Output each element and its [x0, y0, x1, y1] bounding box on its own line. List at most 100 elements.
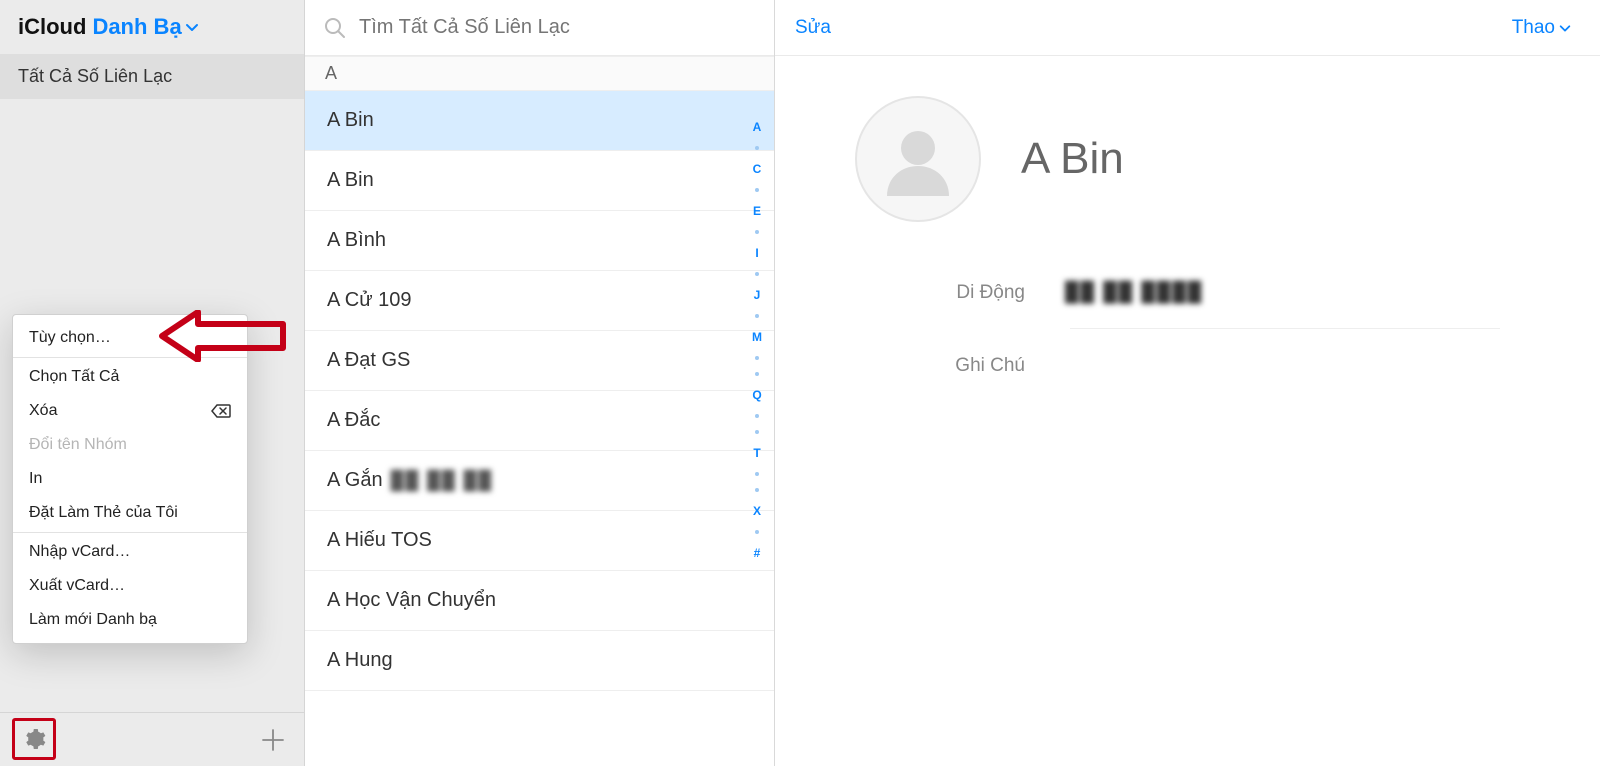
search-bar	[305, 0, 774, 56]
menu-label-print: In	[29, 470, 42, 488]
edit-button[interactable]: Sửa	[795, 17, 831, 39]
index-dot	[755, 414, 759, 418]
list-section-header: A	[305, 56, 774, 91]
contact-row-name: A Bình	[327, 229, 386, 251]
menu-label-preferences: Tùy chọn…	[29, 329, 111, 347]
contact-row[interactable]: A Đạt GS	[305, 331, 774, 391]
index-dot	[755, 188, 759, 192]
contact-row[interactable]: A Đắc	[305, 391, 774, 451]
index-letter[interactable]: I	[755, 246, 758, 260]
search-input[interactable]	[359, 16, 756, 39]
contact-row-name: A Hiếu TOS	[327, 529, 432, 551]
index-letter[interactable]: J	[754, 288, 761, 302]
contact-row-name: A Bin	[327, 169, 374, 191]
index-dot	[755, 146, 759, 150]
actions-label: Thao	[1512, 17, 1555, 39]
contact-row-name: A Cử 109	[327, 289, 412, 311]
menu-label-make-my-card: Đặt Làm Thẻ của Tôi	[29, 504, 178, 522]
contact-row-name: A Hung	[327, 649, 393, 671]
plus-icon	[260, 727, 286, 753]
menu-item-print[interactable]: In	[13, 462, 247, 496]
contact-row[interactable]: A Hiếu TOS	[305, 511, 774, 571]
menu-item-select-all[interactable]: Chọn Tất Cả	[13, 360, 247, 394]
index-dot	[755, 272, 759, 276]
chevron-down-icon	[1558, 21, 1572, 35]
alphabet-index[interactable]: A C E I J M Q T X #	[746, 120, 768, 756]
menu-item-import-vcard[interactable]: Nhập vCard…	[13, 535, 247, 569]
field-label-notes: Ghi Chú	[895, 355, 1025, 377]
settings-button[interactable]	[12, 718, 56, 760]
index-dot	[755, 430, 759, 434]
menu-label-refresh: Làm mới Danh bạ	[29, 611, 157, 629]
section-title-label: Danh Bạ	[92, 14, 181, 40]
index-letter[interactable]: M	[752, 330, 762, 344]
contact-name: A Bin	[1021, 134, 1124, 184]
detail-body: A Bin Di Động ██ ██ ████ Ghi Chú	[775, 56, 1600, 766]
app-title: iCloud	[18, 14, 86, 40]
menu-item-make-my-card[interactable]: Đặt Làm Thẻ của Tôi	[13, 496, 247, 530]
menu-label-import-vcard: Nhập vCard…	[29, 543, 130, 561]
index-dot	[755, 372, 759, 376]
contact-header: A Bin	[855, 96, 1560, 222]
search-icon	[323, 16, 347, 40]
index-letter[interactable]: #	[754, 546, 761, 560]
settings-context-menu: Tùy chọn… Chọn Tất Cả Xóa Đổi tên Nhóm I…	[12, 314, 248, 644]
index-letter[interactable]: Q	[752, 388, 761, 402]
index-dot	[755, 230, 759, 234]
section-dropdown[interactable]: Danh Bạ	[92, 14, 199, 40]
field-value-mobile[interactable]: ██ ██ ████	[1065, 282, 1203, 304]
sidebar-group-all-contacts[interactable]: Tất Cả Số Liên Lạc	[0, 54, 304, 99]
menu-separator	[13, 532, 247, 533]
contact-row[interactable]: A Bin	[305, 151, 774, 211]
contact-list[interactable]: A BinA BinA BìnhA Cử 109A Đạt GSA ĐắcA G…	[305, 91, 774, 766]
contact-row-name: A Gắn	[327, 469, 383, 491]
annotation-arrow	[158, 310, 286, 362]
contact-row[interactable]: A Bin	[305, 91, 774, 151]
chevron-down-icon	[184, 19, 200, 35]
index-dot	[755, 488, 759, 492]
field-mobile: Di Động ██ ██ ████	[895, 282, 1560, 304]
menu-label-select-all: Chọn Tất Cả	[29, 368, 119, 386]
actions-dropdown[interactable]: Thao	[1512, 17, 1572, 39]
contact-row-name: A Bin	[327, 109, 374, 131]
avatar[interactable]	[855, 96, 981, 222]
index-dot	[755, 356, 759, 360]
menu-label-delete: Xóa	[29, 402, 57, 420]
contact-row[interactable]: A Bình	[305, 211, 774, 271]
person-icon	[873, 114, 963, 204]
index-letter[interactable]: T	[753, 446, 760, 460]
menu-item-delete[interactable]: Xóa	[13, 394, 247, 428]
gear-icon	[22, 727, 46, 751]
field-label-mobile: Di Động	[895, 282, 1025, 304]
contact-row[interactable]: A Gắn ██ ██ ██	[305, 451, 774, 511]
menu-label-rename-group: Đổi tên Nhóm	[29, 436, 127, 454]
sidebar-body: Tùy chọn… Chọn Tất Cả Xóa Đổi tên Nhóm I…	[0, 99, 304, 712]
backspace-icon	[211, 404, 231, 418]
menu-item-rename-group: Đổi tên Nhóm	[13, 428, 247, 462]
menu-item-refresh[interactable]: Làm mới Danh bạ	[13, 603, 247, 637]
contact-row-extra: ██ ██ ██	[391, 470, 494, 490]
index-letter[interactable]: E	[753, 204, 761, 218]
field-separator	[1070, 328, 1500, 329]
contact-row-name: A Học Vận Chuyển	[327, 589, 496, 611]
detail-toolbar: Sửa Thao	[775, 0, 1600, 56]
index-dot	[755, 472, 759, 476]
contact-row[interactable]: A Học Vận Chuyển	[305, 571, 774, 631]
contact-row[interactable]: A Hung	[305, 631, 774, 691]
contact-list-column: A A BinA BinA BìnhA Cử 109A Đạt GSA ĐắcA…	[305, 0, 775, 766]
menu-label-export-vcard: Xuất vCard…	[29, 577, 125, 595]
contact-row-name: A Đạt GS	[327, 349, 410, 371]
menu-item-export-vcard[interactable]: Xuất vCard…	[13, 569, 247, 603]
add-button[interactable]	[260, 727, 286, 753]
index-letter[interactable]: X	[753, 504, 761, 518]
index-letter[interactable]: C	[753, 162, 762, 176]
contact-detail-panel: Sửa Thao A Bin Di Động ██ ██ ████	[775, 0, 1600, 766]
sidebar-header: iCloud Danh Bạ	[0, 0, 304, 54]
contact-row[interactable]: A Cử 109	[305, 271, 774, 331]
index-dot	[755, 530, 759, 534]
sidebar-toolbar	[0, 712, 304, 766]
index-letter[interactable]: A	[753, 120, 762, 134]
index-dot	[755, 314, 759, 318]
app-root: iCloud Danh Bạ Tất Cả Số Liên Lạc Tùy ch…	[0, 0, 1600, 766]
sidebar: iCloud Danh Bạ Tất Cả Số Liên Lạc Tùy ch…	[0, 0, 305, 766]
